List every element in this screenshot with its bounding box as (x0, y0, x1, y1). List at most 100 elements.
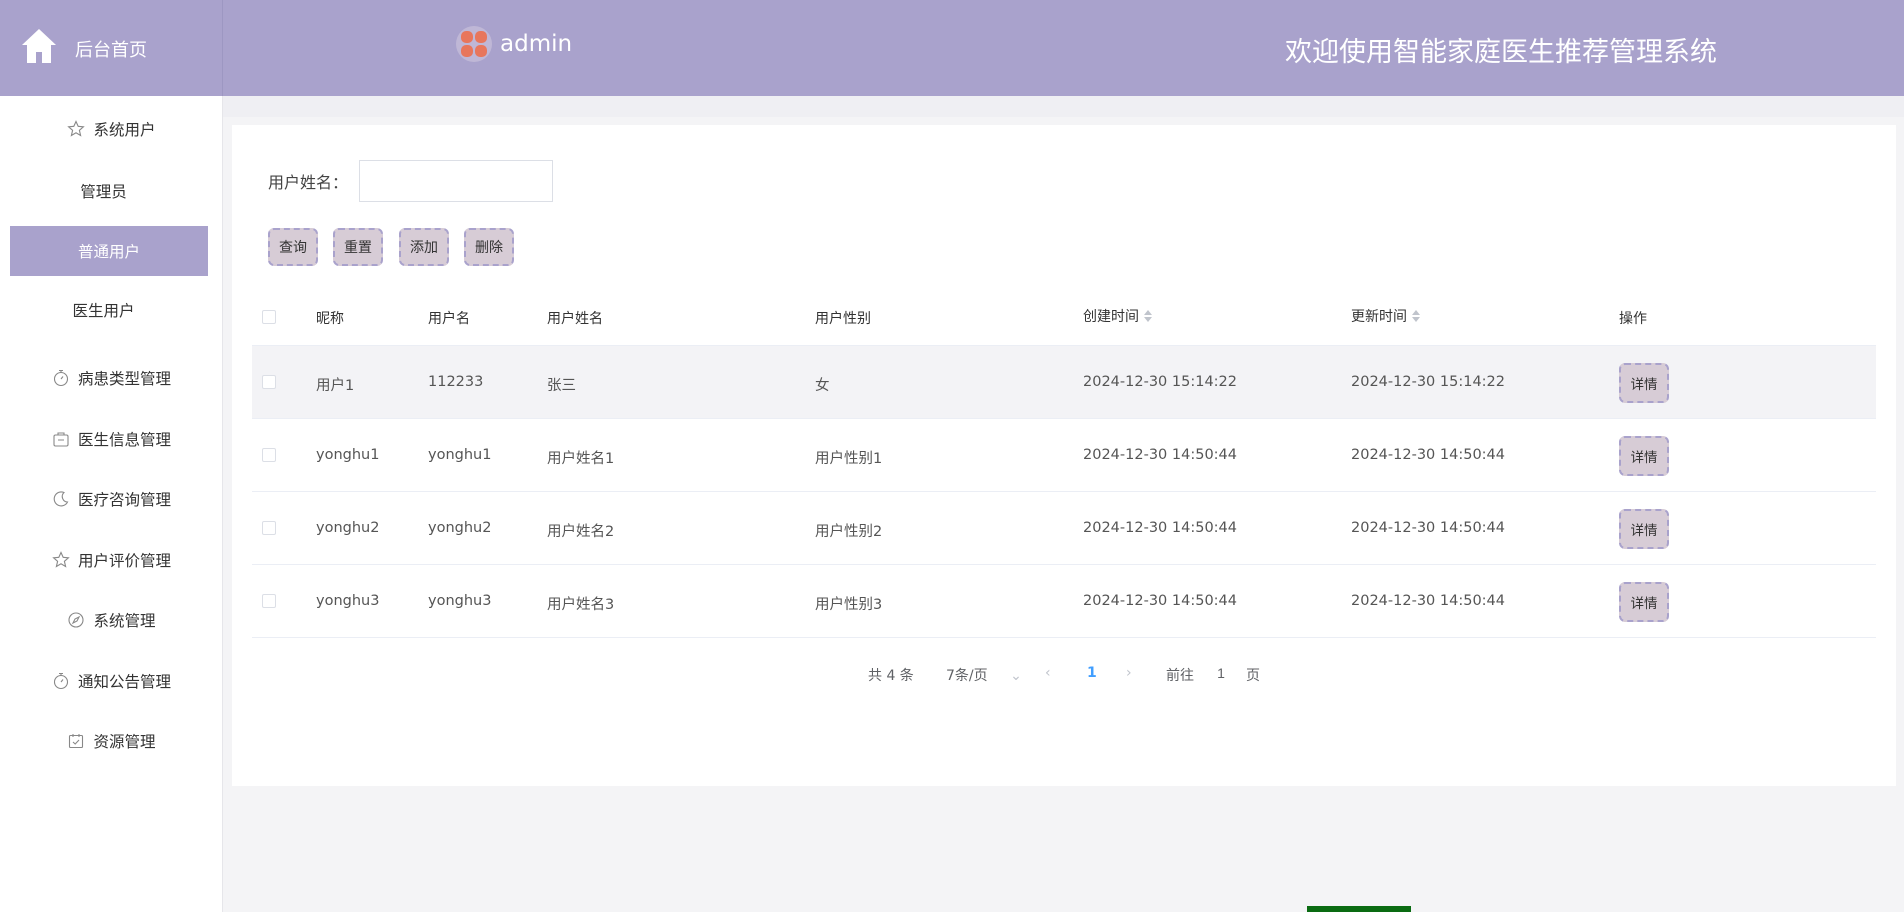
breadcrumb-band (223, 96, 1904, 117)
sidebar-item-admin[interactable]: 管理员 (0, 171, 223, 211)
detail-button[interactable]: 详情 (1619, 363, 1669, 403)
cell-gender: 用户性别2 (815, 524, 883, 540)
cell-username: yonghu1 (428, 447, 492, 463)
box-icon (52, 430, 70, 448)
cell-gender: 用户性别3 (815, 597, 883, 613)
pagination-total: 共 4 条 (868, 668, 914, 684)
sidebar-item-consultation[interactable]: 医疗咨询管理 (0, 479, 223, 519)
cell-username: yonghu2 (428, 520, 492, 536)
goto-prefix: 前往 (1166, 668, 1194, 684)
cell-realname: 用户姓名3 (547, 597, 615, 613)
col-created[interactable]: 创建时间 (1083, 306, 1152, 326)
col-username: 用户名 (428, 311, 470, 327)
sidebar-item-disease-types[interactable]: 病患类型管理 (0, 358, 223, 398)
current-page[interactable]: 1 (1087, 665, 1097, 681)
timer-icon (52, 672, 70, 690)
floating-widget[interactable] (1307, 906, 1411, 912)
content-panel: 用户姓名： 查询 重置 添加 删除 昵称 用户名 用户姓名 用户性别 创建时间 … (232, 125, 1896, 786)
row-checkbox[interactable] (262, 521, 276, 535)
row-checkbox[interactable] (262, 375, 276, 389)
search-input[interactable] (359, 160, 553, 202)
sidebar-item-doctor-users[interactable]: 医生用户 (0, 290, 223, 330)
cell-username: 112233 (428, 374, 484, 390)
add-button[interactable]: 添加 (399, 228, 449, 266)
sidebar-item-normal-users[interactable]: 普通用户 (10, 226, 208, 276)
search-label: 用户姓名： (268, 173, 349, 192)
star-icon (67, 120, 86, 138)
table-row: yonghu1 yonghu1 用户姓名1 用户性别1 2024-12-30 1… (252, 419, 1876, 492)
cell-nickname: 用户1 (316, 378, 355, 394)
sidebar-item-label: 系统管理 (93, 612, 156, 630)
welcome-title: 欢迎使用智能家庭医生推荐管理系统 (1285, 37, 1717, 68)
cell-created: 2024-12-30 14:50:44 (1083, 520, 1237, 536)
sidebar-item-system-users[interactable]: 系统用户 (0, 109, 223, 149)
col-gender: 用户性别 (815, 311, 871, 327)
query-button[interactable]: 查询 (268, 228, 318, 266)
username-label: admin (500, 31, 573, 57)
cell-updated: 2024-12-30 14:50:44 (1351, 447, 1505, 463)
sort-caret-icon[interactable] (1144, 310, 1152, 322)
cell-nickname: yonghu1 (316, 447, 380, 463)
detail-button[interactable]: 详情 (1619, 509, 1669, 549)
home-label: 后台首页 (75, 40, 147, 61)
user-menu[interactable]: admin (456, 24, 572, 64)
next-page-icon[interactable]: › (1126, 665, 1132, 681)
col-nickname: 昵称 (316, 311, 344, 327)
detail-button[interactable]: 详情 (1619, 436, 1669, 476)
home-link[interactable]: 后台首页 (0, 0, 223, 96)
cell-created: 2024-12-30 14:50:44 (1083, 593, 1237, 609)
prev-page-icon[interactable]: ‹ (1045, 665, 1051, 681)
table-row: 用户1 112233 张三 女 2024-12-30 15:14:22 2024… (252, 346, 1876, 419)
col-actions: 操作 (1619, 311, 1647, 327)
table-header: 昵称 用户名 用户姓名 用户性别 创建时间 更新时间 操作 (252, 288, 1876, 346)
select-all-checkbox[interactable] (262, 310, 276, 324)
cell-updated: 2024-12-30 14:50:44 (1351, 520, 1505, 536)
sidebar-item-label: 用户评价管理 (77, 552, 171, 570)
star-icon (52, 551, 70, 569)
timer-icon (52, 369, 70, 387)
col-updated-label: 更新时间 (1351, 309, 1407, 325)
sidebar-item-label: 病患类型管理 (77, 370, 171, 388)
table-row: yonghu2 yonghu2 用户姓名2 用户性别2 2024-12-30 1… (252, 492, 1876, 565)
cell-nickname: yonghu2 (316, 520, 380, 536)
sidebar-item-doctor-info[interactable]: 医生信息管理 (0, 419, 223, 459)
top-header: 后台首页 admin 欢迎使用智能家庭医生推荐管理系统 (0, 0, 1904, 96)
cell-created: 2024-12-30 15:14:22 (1083, 374, 1237, 390)
col-created-label: 创建时间 (1083, 309, 1139, 325)
cell-gender: 用户性别1 (815, 451, 883, 467)
chevron-down-icon: ⌄ (1010, 668, 1022, 684)
delete-button[interactable]: 删除 (464, 228, 514, 266)
sidebar-item-label: 资源管理 (93, 733, 156, 751)
pagination: 共 4 条 7条/页 ⌄ ‹ 1 › 前往 页 (232, 661, 1896, 685)
col-updated[interactable]: 更新时间 (1351, 306, 1420, 326)
goto-page-input[interactable] (1208, 662, 1234, 684)
sidebar-item-announcements[interactable]: 通知公告管理 (0, 661, 223, 701)
sidebar-item-label: 医疗咨询管理 (77, 491, 171, 509)
cell-username: yonghu3 (428, 593, 492, 609)
reset-button[interactable]: 重置 (333, 228, 383, 266)
cell-nickname: yonghu3 (316, 593, 380, 609)
moon-icon (52, 490, 70, 508)
goto-suffix: 页 (1246, 668, 1260, 684)
sidebar: 系统用户 管理员 普通用户 医生用户 病患类型管理 医生信息管理 医疗咨询管理 … (0, 96, 223, 912)
cell-gender: 女 (815, 378, 830, 394)
sidebar-item-reviews[interactable]: 用户评价管理 (0, 540, 223, 580)
page-size-value: 7条/页 (946, 668, 988, 684)
sidebar-item-label: 医生用户 (72, 302, 135, 320)
cell-realname: 用户姓名1 (547, 451, 615, 467)
cell-updated: 2024-12-30 15:14:22 (1351, 374, 1505, 390)
avatar (456, 26, 492, 62)
sidebar-item-system-management[interactable]: 系统管理 (0, 600, 223, 640)
sort-caret-icon[interactable] (1412, 310, 1420, 322)
users-table: 昵称 用户名 用户姓名 用户性别 创建时间 更新时间 操作 用户1 112233… (252, 288, 1876, 638)
page-size-select[interactable]: 7条/页 ⌄ (946, 665, 1022, 685)
cell-realname: 张三 (547, 378, 576, 394)
calendar-check-icon (67, 732, 85, 750)
sidebar-item-label: 医生信息管理 (77, 431, 171, 449)
row-checkbox[interactable] (262, 448, 276, 462)
sidebar-item-label: 系统用户 (93, 121, 156, 139)
sidebar-item-resources[interactable]: 资源管理 (0, 721, 223, 761)
sidebar-item-label: 管理员 (80, 183, 127, 201)
row-checkbox[interactable] (262, 594, 276, 608)
detail-button[interactable]: 详情 (1619, 582, 1669, 622)
